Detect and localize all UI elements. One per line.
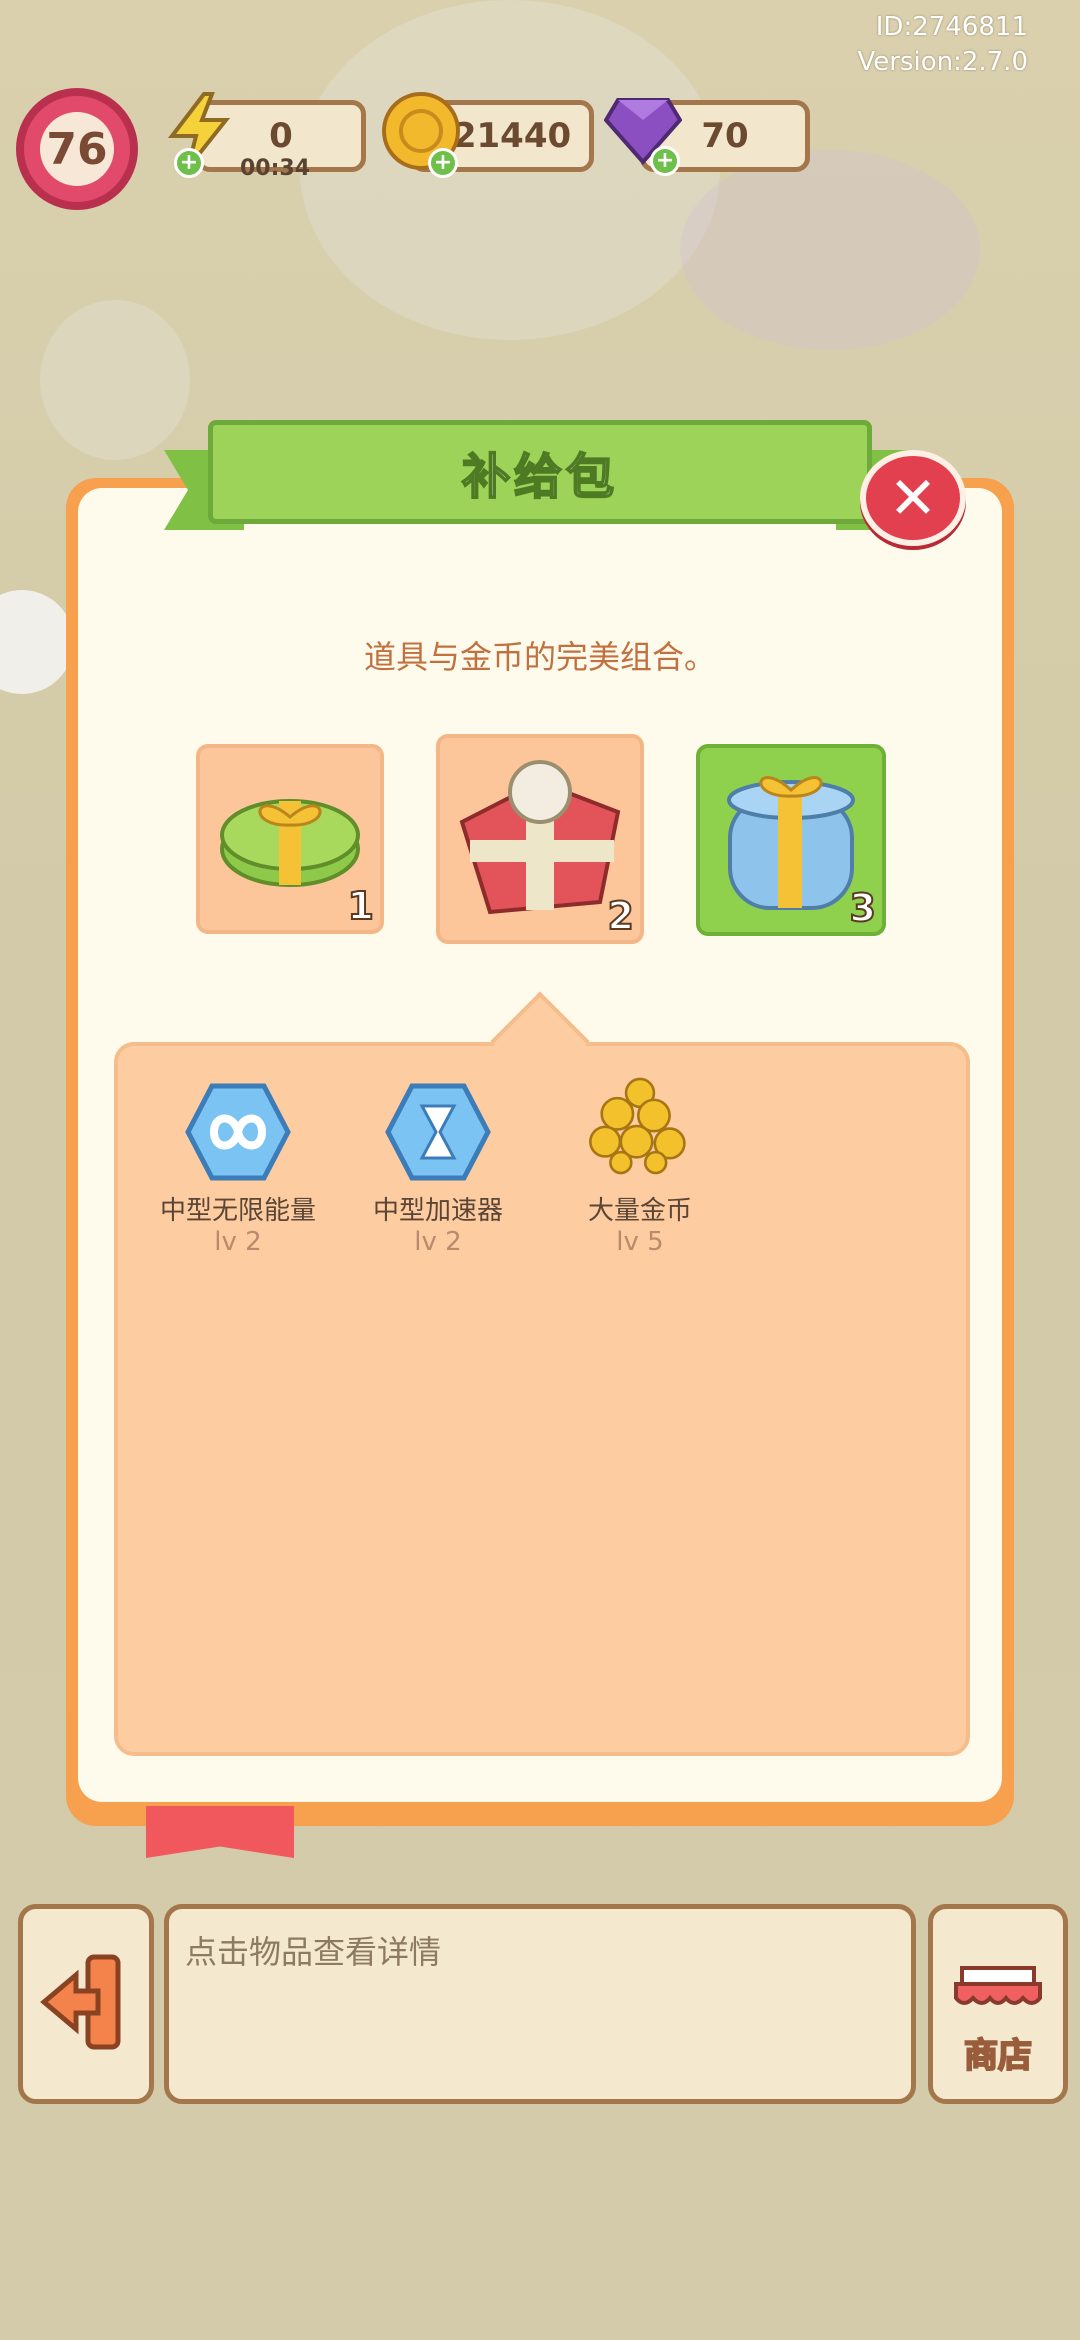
content-item-2[interactable]: 中型加速器 lv 2 xyxy=(338,1082,538,1257)
item-info-box: 点击物品查看详情 xyxy=(164,1904,916,2104)
shop-icon xyxy=(948,1964,1048,2028)
pack-option-2[interactable]: 2 xyxy=(436,734,644,944)
item-level-2: lv 2 xyxy=(414,1227,462,1257)
item-info-text: 点击物品查看详情 xyxy=(185,1933,442,1971)
energy-value: 0 xyxy=(269,116,293,156)
coin-value: 21440 xyxy=(452,116,572,156)
gold-coins-icon xyxy=(586,1070,694,1182)
gift-box-red-icon xyxy=(450,752,630,926)
shop-label: 商店 xyxy=(963,2035,1033,2077)
close-icon: ✕ xyxy=(888,464,938,532)
add-coins-button[interactable]: + xyxy=(428,148,458,178)
add-energy-button[interactable]: + xyxy=(174,148,204,178)
player-level-value: 76 xyxy=(40,112,114,186)
add-gems-button[interactable]: + xyxy=(650,146,680,176)
shop-button[interactable]: 商店 xyxy=(928,1904,1068,2104)
pack-option-3[interactable]: 3 xyxy=(696,744,886,936)
item-name-3: 大量金币 xyxy=(587,1196,692,1226)
item-level-1: lv 2 xyxy=(214,1227,262,1257)
title-ribbon: 补给包 xyxy=(164,420,916,538)
gem-value: 70 xyxy=(701,116,749,156)
version-text: Version:2.7.0 xyxy=(857,47,1028,77)
gift-box-green-icon xyxy=(215,777,365,901)
exit-button[interactable] xyxy=(18,1904,154,2104)
pack-number-2: 2 xyxy=(607,893,635,939)
player-id: ID:2746811 xyxy=(875,12,1028,42)
ribbon-banner: 补给包 xyxy=(208,420,872,524)
close-button[interactable]: ✕ xyxy=(860,450,966,546)
content-item-3[interactable]: 大量金币 lv 5 xyxy=(540,1070,740,1257)
infinity-energy-icon xyxy=(184,1082,292,1182)
modal-title: 补给包 xyxy=(461,448,618,506)
pack-number-3: 3 xyxy=(849,885,877,931)
content-item-1[interactable]: 中型无限能量 lv 2 xyxy=(138,1082,338,1257)
item-level-3: lv 5 xyxy=(616,1227,664,1257)
pack-number-1: 1 xyxy=(347,883,375,929)
item-name-1: 中型无限能量 xyxy=(159,1196,316,1226)
pack-option-1[interactable]: 1 xyxy=(196,744,384,934)
hourglass-accelerator-icon xyxy=(384,1082,492,1182)
build-info: ID:2746811 Version:2.7.0 xyxy=(857,10,1028,80)
item-name-2: 中型加速器 xyxy=(372,1196,503,1226)
gift-box-blue-icon xyxy=(716,758,866,922)
energy-timer: 00:34 xyxy=(240,156,311,181)
modal-subtitle: 道具与金币的完美组合。 xyxy=(363,638,716,676)
player-level-badge[interactable]: 76 xyxy=(16,88,138,210)
exit-icon xyxy=(36,1947,136,2061)
